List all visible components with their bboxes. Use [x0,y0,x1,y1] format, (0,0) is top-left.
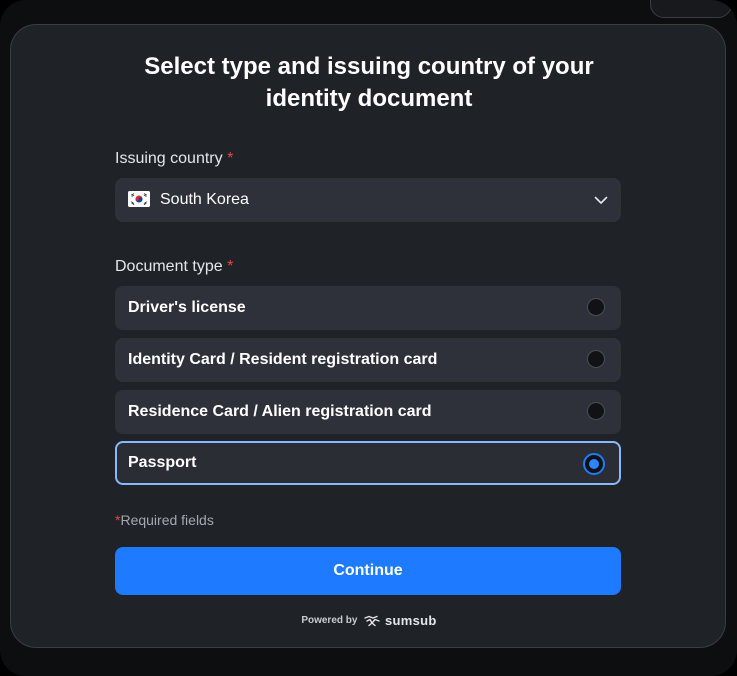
document-option-passport[interactable]: Passport [115,441,621,485]
south-korea-flag-icon [128,191,150,207]
document-type-label: Document type * [115,257,233,277]
document-selection-card: Select type and issuing country of your … [10,24,726,648]
powered-by-footer: Powered by sumsub [11,613,727,630]
required-asterisk: * [227,258,234,275]
required-fields-text: Required fields [120,512,214,528]
page-title-line-1: Select type and issuing country of your [144,53,594,80]
issuing-country-label: Issuing country * [115,149,233,169]
page-title-line-2: identity document [265,85,473,112]
radio-button[interactable] [587,350,605,368]
document-option-label: Driver's license [128,299,246,316]
radio-button-selected[interactable] [583,453,605,475]
issuing-country-label-text: Issuing country [115,150,223,167]
issuing-country-select[interactable]: South Korea [115,178,621,222]
page-title: Select type and issuing country of your … [11,51,727,115]
document-option-label: Residence Card / Alien registration card [128,403,432,420]
issuing-country-value: South Korea [160,191,249,208]
document-option-label: Passport [128,454,197,471]
sumsub-logo-icon [364,615,380,627]
continue-button[interactable]: Continue [115,547,621,595]
required-fields-note: *Required fields [115,511,214,529]
radio-button[interactable] [587,402,605,420]
chevron-down-icon [593,192,609,208]
document-option-identity-card[interactable]: Identity Card / Resident registration ca… [115,338,621,382]
radio-button[interactable] [587,298,605,316]
powered-by-text: Powered by [301,615,358,626]
document-type-label-text: Document type [115,258,223,275]
sumsub-brand-name: sumsub [385,613,437,628]
radio-selected-dot [589,459,599,469]
window-frame: Select type and issuing country of your … [0,0,737,676]
top-tab [650,0,732,18]
document-option-drivers-license[interactable]: Driver's license [115,286,621,330]
document-option-label: Identity Card / Resident registration ca… [128,351,438,368]
document-option-residence-card[interactable]: Residence Card / Alien registration card [115,390,621,434]
required-asterisk: * [227,150,234,167]
